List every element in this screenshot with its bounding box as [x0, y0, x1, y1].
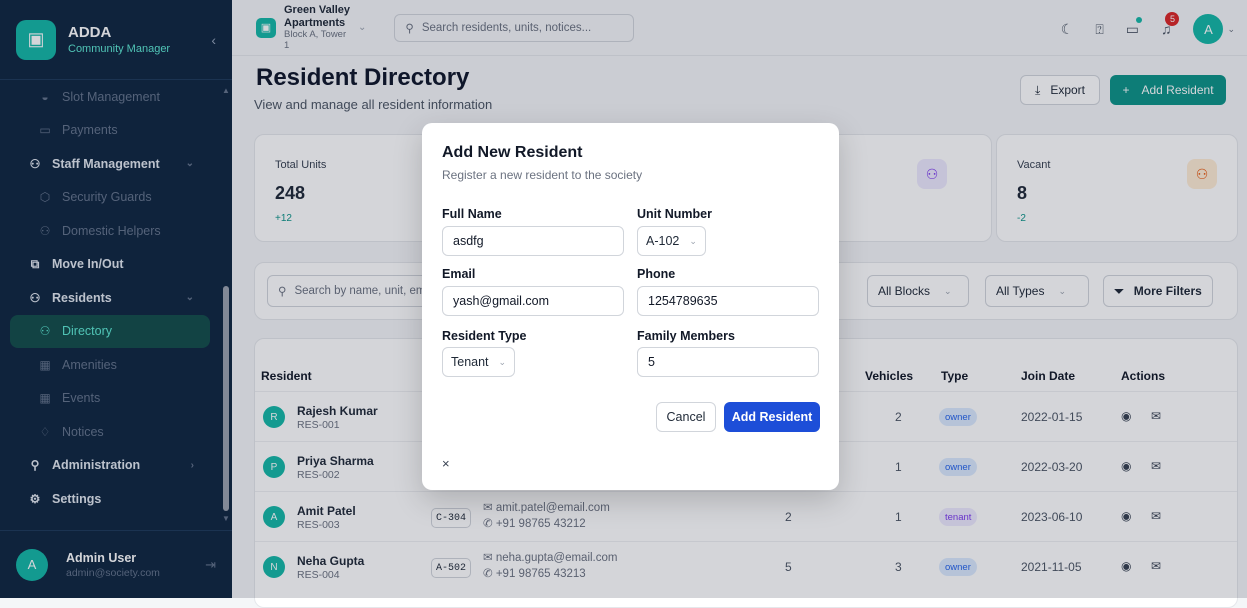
modal-subtitle: Register a new resident to the society — [442, 168, 643, 182]
phone-label: Phone — [637, 267, 676, 281]
family-members-field[interactable]: 5 — [637, 347, 819, 377]
chevron-down-icon: ⌄ — [689, 235, 697, 246]
unit-number-select[interactable]: A-102 ⌄ — [637, 226, 706, 256]
cancel-button[interactable]: Cancel — [656, 402, 716, 432]
close-icon[interactable]: × — [442, 456, 450, 471]
email-field[interactable]: yash@gmail.com — [442, 286, 624, 316]
unit-number-label: Unit Number — [637, 207, 712, 221]
submit-add-resident-button[interactable]: Add Resident — [724, 402, 820, 432]
unit-number-value: A-102 — [646, 234, 680, 248]
phone-field[interactable]: 1254789635 — [637, 286, 819, 316]
family-members-label: Family Members — [637, 329, 735, 343]
email-label: Email — [442, 267, 476, 281]
add-resident-modal: Add New Resident Register a new resident… — [422, 123, 839, 490]
modal-title: Add New Resident — [442, 144, 583, 161]
full-name-field[interactable]: asdfg — [442, 226, 624, 256]
resident-type-value: Tenant — [451, 355, 489, 369]
full-name-label: Full Name — [442, 207, 502, 221]
resident-type-label: Resident Type — [442, 329, 527, 343]
chevron-down-icon: ⌄ — [498, 356, 507, 367]
resident-type-select[interactable]: Tenant ⌄ — [442, 347, 516, 377]
